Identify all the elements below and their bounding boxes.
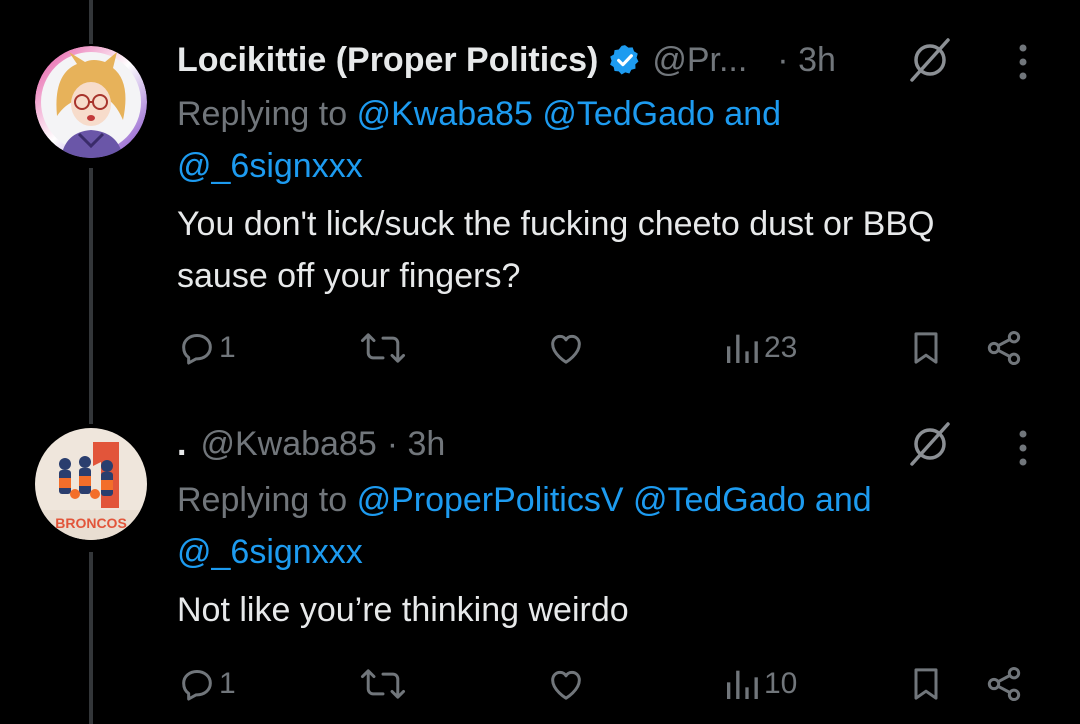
mention-link[interactable]: @Kwaba85 [357, 95, 533, 133]
reply-button[interactable]: 1 [177, 328, 236, 368]
bookmark-button[interactable] [906, 328, 946, 368]
retweet-icon [360, 333, 406, 363]
views-icon [727, 670, 758, 699]
retweet-button[interactable] [360, 328, 406, 368]
more-icon[interactable] [1017, 428, 1029, 468]
timestamp[interactable]: · 3h [387, 425, 446, 464]
handle[interactable]: @Pr... [652, 41, 747, 80]
mention-link[interactable]: @TedGado [542, 95, 715, 133]
replying-label: Replying to [177, 95, 348, 133]
like-button[interactable] [546, 328, 586, 368]
share-button[interactable] [984, 328, 1024, 368]
reply-count: 1 [219, 667, 236, 700]
tweet-text-line: sause off your fingers? [177, 257, 521, 295]
grok-icon[interactable] [906, 36, 954, 84]
mention-link[interactable]: @TedGado [633, 481, 806, 519]
views-count: 10 [764, 667, 798, 700]
bookmark-button[interactable] [906, 664, 946, 704]
share-icon [987, 331, 1021, 365]
and-others-link[interactable]: and [815, 481, 872, 519]
retweet-icon [360, 669, 406, 699]
tweet-1[interactable]: Locikittie (Proper Politics) @Pr... · 3h… [0, 0, 1080, 400]
views-count: 23 [764, 331, 798, 364]
svg-text:BRONCOS: BRONCOS [55, 515, 127, 531]
like-button[interactable] [546, 664, 586, 704]
avatar-image [35, 46, 147, 158]
tweet-text-line: Not like you’re thinking weirdo [177, 591, 629, 629]
tweet-text: You don't lick/suck the fucking cheeto d… [177, 198, 1040, 302]
replying-to: Replying to @Kwaba85 @TedGado and @_6sig… [177, 88, 1040, 192]
avatar-kwaba85[interactable]: BRONCOS [35, 428, 147, 540]
replying-to: Replying to @ProperPoliticsV @TedGado an… [177, 474, 1040, 578]
mention-link[interactable]: @_6signxxx [177, 533, 363, 571]
more-icon[interactable] [1017, 42, 1029, 82]
mention-link[interactable]: @_6signxxx [177, 147, 363, 185]
views-icon [727, 334, 758, 363]
retweet-button[interactable] [360, 664, 406, 704]
reply-button[interactable]: 1 [177, 664, 236, 704]
verified-badge-icon[interactable] [608, 43, 642, 77]
replying-label: Replying to [177, 481, 348, 519]
avatar-locikittie[interactable] [35, 46, 147, 158]
mention-link[interactable]: @ProperPoliticsV [357, 481, 624, 519]
reply-icon [182, 670, 212, 701]
like-icon [551, 670, 581, 700]
timestamp[interactable]: · 3h [777, 41, 836, 80]
reply-icon [182, 334, 212, 365]
bookmark-icon [914, 332, 938, 364]
reply-count: 1 [219, 331, 236, 364]
views-button[interactable]: 23 [722, 328, 797, 368]
bookmark-icon [914, 668, 938, 700]
like-icon [551, 334, 581, 364]
grok-icon[interactable] [906, 420, 954, 468]
handle[interactable]: @Kwaba85 [200, 425, 376, 464]
avatar-image: BRONCOS [35, 428, 147, 540]
display-name[interactable]: . [177, 425, 186, 464]
views-button[interactable]: 10 [722, 664, 797, 704]
and-others-link[interactable]: and [724, 95, 781, 133]
display-name[interactable]: Locikittie (Proper Politics) [177, 41, 598, 80]
tweet-2[interactable]: BRONCOS . @Kwaba85 · 3h Replying to @Pro… [0, 400, 1080, 724]
share-button[interactable] [984, 664, 1024, 704]
tweet-text-line: You don't lick/suck the fucking cheeto d… [177, 205, 935, 243]
tweet-text: Not like you’re thinking weirdo [177, 584, 1040, 636]
share-icon [987, 667, 1021, 701]
